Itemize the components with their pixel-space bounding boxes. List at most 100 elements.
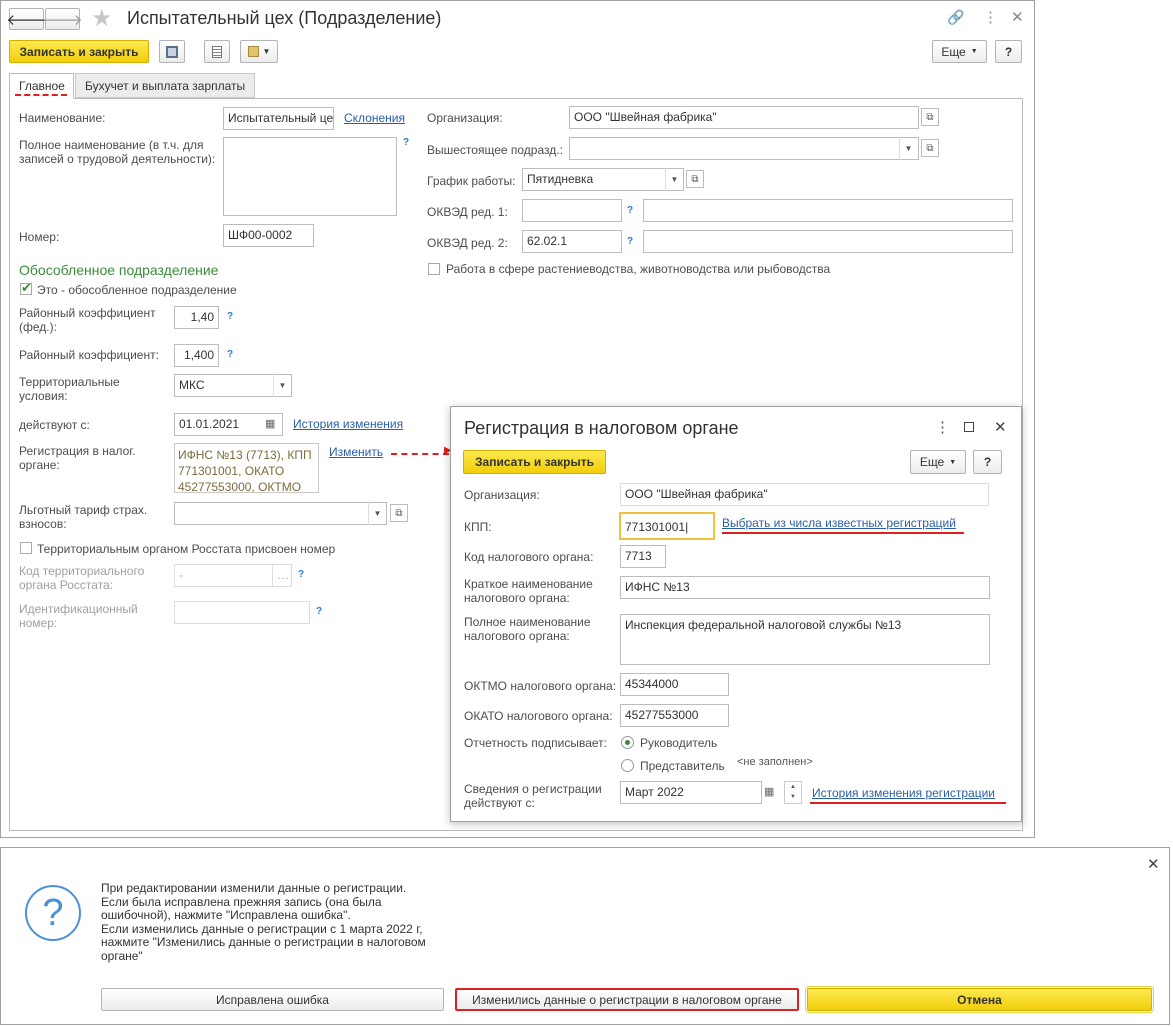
chevron-down-icon: ▼ [970, 48, 978, 55]
kebab-menu-icon[interactable]: ⋮ [935, 418, 950, 436]
red-underline-annotation [810, 802, 1006, 804]
help-icon[interactable]: ? [403, 137, 409, 148]
registration-history-link[interactable]: История изменения регистрации [812, 786, 995, 800]
terr-value: МКС [179, 378, 205, 392]
name-label: Наименование: [19, 111, 106, 125]
tax-registration-dialog: Регистрация в налоговом органе ⋮ ✕ Запис… [450, 406, 1022, 822]
parent-select[interactable] [569, 137, 919, 160]
full-name-textarea[interactable] [223, 137, 397, 216]
dialog-org-input: ООО "Швейная фабрика" [620, 483, 989, 506]
rk-fed-input[interactable]: 1,40 [174, 306, 219, 329]
kpp-value: 771301001 [625, 520, 686, 534]
radio-representative-label: Представитель [640, 759, 725, 773]
help-icon[interactable]: ? [627, 205, 633, 216]
kpp-input[interactable]: 771301001| [619, 512, 715, 540]
cancel-button[interactable]: Отмена [805, 986, 1154, 1013]
name-input[interactable]: Испытательный цех [223, 107, 334, 130]
open-icon[interactable]: ⧉ [921, 139, 939, 157]
help-icon[interactable]: ? [227, 311, 233, 322]
open-icon[interactable]: ⧉ [686, 170, 704, 188]
org-input[interactable]: ООО "Швейная фабрика" [569, 106, 919, 129]
tab-accounting[interactable]: Бухучет и выплата зарплаты [75, 73, 255, 98]
org-label: Организация: [427, 111, 503, 125]
close-icon[interactable]: ✕ [1147, 855, 1160, 873]
okved2-desc-input[interactable] [643, 230, 1013, 253]
more-button[interactable]: Еще ▼ [932, 40, 987, 63]
registration-changed-button[interactable]: Изменились данные о регистрации в налого… [455, 988, 799, 1011]
chevron-down-icon[interactable]: ▼ [899, 137, 917, 160]
id-label: Идентификационный номер: [19, 602, 138, 630]
message-text: При редактировании изменили данные о рег… [101, 881, 426, 963]
choose-registration-link[interactable]: Выбрать из числа известных регистраций [722, 516, 956, 530]
schedule-select[interactable]: Пятидневка [522, 168, 684, 191]
forward-button[interactable]: 🡒 [42, 8, 83, 30]
save-close-button[interactable]: Записать и закрыть [9, 40, 149, 63]
message-dialog: ✕ ? При редактировании изменили данные о… [0, 847, 1170, 1025]
help-button[interactable]: ? [995, 40, 1022, 63]
agri-checkbox[interactable] [428, 263, 440, 275]
schedule-label: График работы: [427, 174, 516, 188]
rosstat-code-label: Код территориального органа Росстата: [19, 564, 145, 592]
history-link[interactable]: История изменения [293, 417, 403, 431]
save-icon-button[interactable] [159, 40, 185, 63]
kebab-menu-icon[interactable]: ⋮ [983, 8, 998, 26]
rk-label: Районный коэффициент: [19, 348, 159, 362]
window-title: Испытательный цех (Подразделение) [127, 8, 442, 28]
report-icon-button[interactable] [204, 40, 230, 63]
spinner-icon[interactable]: ▲ ▼ [784, 781, 802, 804]
open-icon[interactable]: ⧉ [921, 108, 939, 126]
radio-representative[interactable] [621, 759, 634, 772]
reg-valid-input[interactable]: Март 2022 [620, 781, 762, 804]
chevron-down-icon[interactable]: ▼ [665, 168, 683, 191]
help-icon[interactable]: ? [627, 236, 633, 247]
tab-main[interactable]: Главное [9, 73, 74, 99]
valid-from-label: действуют с: [19, 418, 90, 432]
full-name-textarea[interactable]: Инспекция федеральной налоговой службы №… [620, 614, 990, 665]
floppy-disk-icon [166, 45, 178, 58]
tariff-label: Льготный тариф страх. взносов: [19, 503, 148, 531]
help-icon[interactable]: ? [298, 569, 304, 580]
link-icon[interactable]: 🔗 [947, 9, 964, 26]
open-icon[interactable]: ⧉ [390, 504, 408, 522]
rosstat-checkbox[interactable] [20, 542, 32, 554]
number-input[interactable]: ШФ00-0002 [223, 224, 314, 247]
okato-input[interactable]: 45277553000 [620, 704, 729, 727]
maximize-icon[interactable] [964, 422, 974, 432]
radio-director[interactable] [621, 736, 634, 749]
short-name-input[interactable]: ИФНС №13 [620, 576, 990, 599]
text-cursor: | [685, 520, 689, 534]
back-button[interactable]: 🡐 [6, 8, 47, 30]
okved1-desc-input[interactable] [643, 199, 1013, 222]
tax-code-input[interactable]: 7713 [620, 545, 666, 568]
change-link[interactable]: Изменить [329, 445, 383, 459]
dialog-save-close-button[interactable]: Записать и закрыть [463, 450, 606, 474]
tariff-select[interactable] [174, 502, 387, 525]
help-icon[interactable]: ? [227, 349, 233, 360]
close-icon[interactable]: ✕ [1011, 8, 1024, 26]
print-menu-button[interactable]: ▼ [240, 40, 278, 63]
chevron-down-icon[interactable]: ▼ [273, 374, 291, 397]
reg-label: Регистрация в налог. органе: [19, 444, 136, 472]
close-icon[interactable]: ✕ [994, 418, 1007, 436]
full-name-label: Полное наименование налогового органа: [464, 615, 591, 643]
chevron-down-icon[interactable]: ▼ [368, 502, 386, 525]
ellipsis-button: … [272, 564, 292, 587]
tax-code-label: Код налогового органа: [464, 550, 594, 564]
oktmo-input[interactable]: 45344000 [620, 673, 729, 696]
okved1-input[interactable] [522, 199, 622, 222]
calendar-icon[interactable]: ▦ [265, 417, 275, 430]
fixed-error-button[interactable]: Исправлена ошибка [101, 988, 444, 1011]
dialog-more-button[interactable]: Еще ▼ [910, 450, 966, 474]
declension-link[interactable]: Склонения [344, 111, 405, 125]
rk-input[interactable]: 1,400 [174, 344, 219, 367]
rosstat-checkbox-label: Территориальным органом Росстата присвое… [37, 542, 336, 556]
calendar-icon[interactable]: ▦ [764, 785, 774, 798]
checkmark-icon: ✔ [21, 280, 32, 295]
help-icon[interactable]: ? [316, 606, 322, 617]
dialog-help-button[interactable]: ? [973, 450, 1002, 474]
favorite-star-icon[interactable]: ★ [91, 4, 113, 33]
terr-label: Территориальные условия: [19, 375, 120, 403]
separate-checkbox[interactable]: ✔ [20, 280, 32, 295]
signs-label: Отчетность подписывает: [464, 736, 607, 750]
okved2-input[interactable]: 62.02.1 [522, 230, 622, 253]
